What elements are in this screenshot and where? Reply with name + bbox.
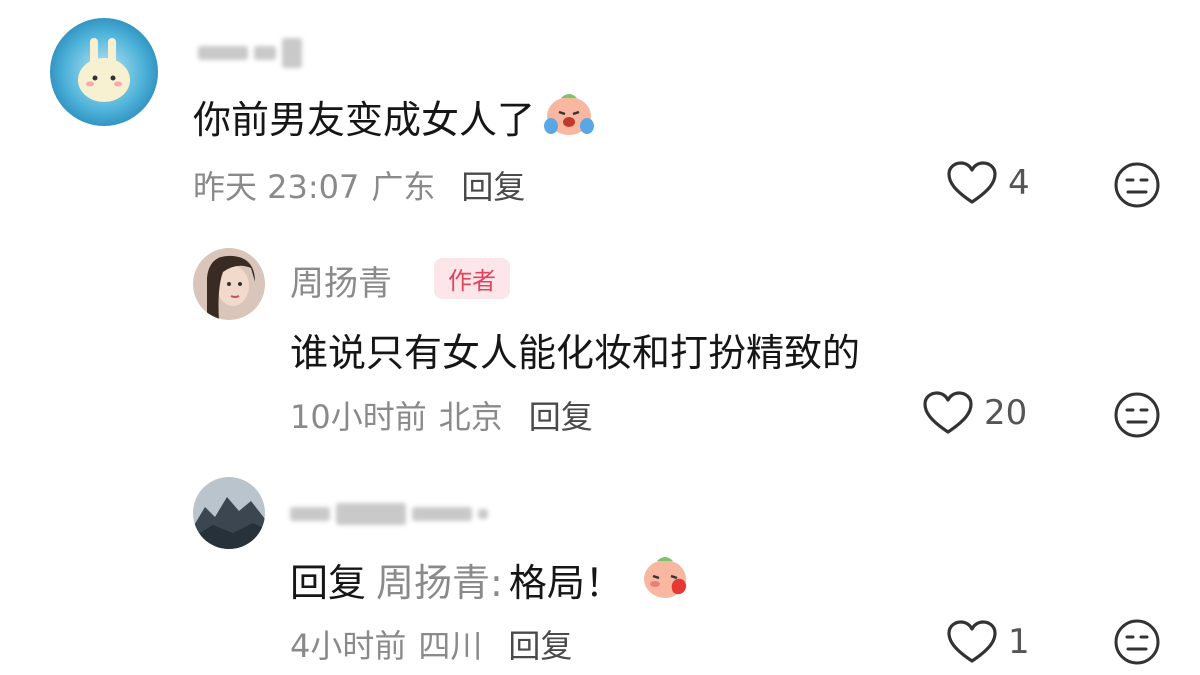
shy-peach-emoji [637,550,693,609]
comment-time: 10小时前 [290,398,427,436]
reply-button[interactable]: 回复 [461,162,525,208]
heart-outline-icon [947,161,997,204]
reply-target-user[interactable]: 周扬青: [376,552,503,607]
comment-text: 格局！ [508,561,623,605]
comment-content: 谁说只有女人能化妆和打扮精致的 [290,322,860,377]
dislike-button[interactable] [1112,390,1162,444]
reply-item: 回复 周扬青: 格局！ 4小时前 四川 回复 1 [0,455,1200,675]
heart-outline-icon [947,620,997,663]
like-button[interactable]: 1 [946,619,1030,665]
like-button[interactable]: 20 [922,390,1027,436]
reply-prefix: 回复 [290,561,367,605]
dislike-button[interactable] [1112,617,1162,671]
avatar[interactable] [193,248,265,320]
comment-location: 北京 [438,398,503,436]
like-count: 4 [1008,163,1030,203]
heart-outline-icon [923,391,973,434]
reply-button[interactable]: 回复 [529,392,593,438]
neutral-face-icon [1114,392,1160,438]
avatar[interactable] [193,477,265,549]
comment-time: 4小时前 [290,627,407,665]
author-badge: 作者 [434,258,510,299]
username-redacted[interactable] [198,38,302,68]
comment-text: 谁说只有女人能化妆和打扮精致的 [290,331,861,375]
like-count: 20 [984,393,1028,433]
neutral-face-icon [1114,162,1160,208]
like-button[interactable]: 4 [946,160,1030,206]
comment-meta: 4小时前 四川 回复 [290,621,572,667]
crying-peach-emoji [541,88,597,145]
comment-content: 你前男友变成女人了 [193,88,597,145]
comment-location: 广东 [371,168,436,206]
comment-meta: 10小时前 北京 回复 [290,392,593,438]
comment-item: 你前男友变成女人了 昨天 23:07 广东 回复 4 [0,0,1200,230]
neutral-face-icon [1114,619,1160,665]
like-count: 1 [1008,622,1030,662]
avatar[interactable] [50,18,158,126]
comment-location: 四川 [418,627,483,665]
comment-meta: 昨天 23:07 广东 回复 [193,162,525,208]
reply-button[interactable]: 回复 [508,621,572,667]
comment-text: 你前男友变成女人了 [193,98,536,142]
comment-time: 昨天 23:07 [193,168,360,206]
username-redacted[interactable] [290,503,488,525]
reply-item: 周扬青 作者 谁说只有女人能化妆和打扮精致的 10小时前 北京 回复 20 [0,230,1200,455]
comment-content: 回复 周扬青: 格局！ [290,550,693,609]
username[interactable]: 周扬青 [290,256,392,305]
dislike-button[interactable] [1112,160,1162,214]
